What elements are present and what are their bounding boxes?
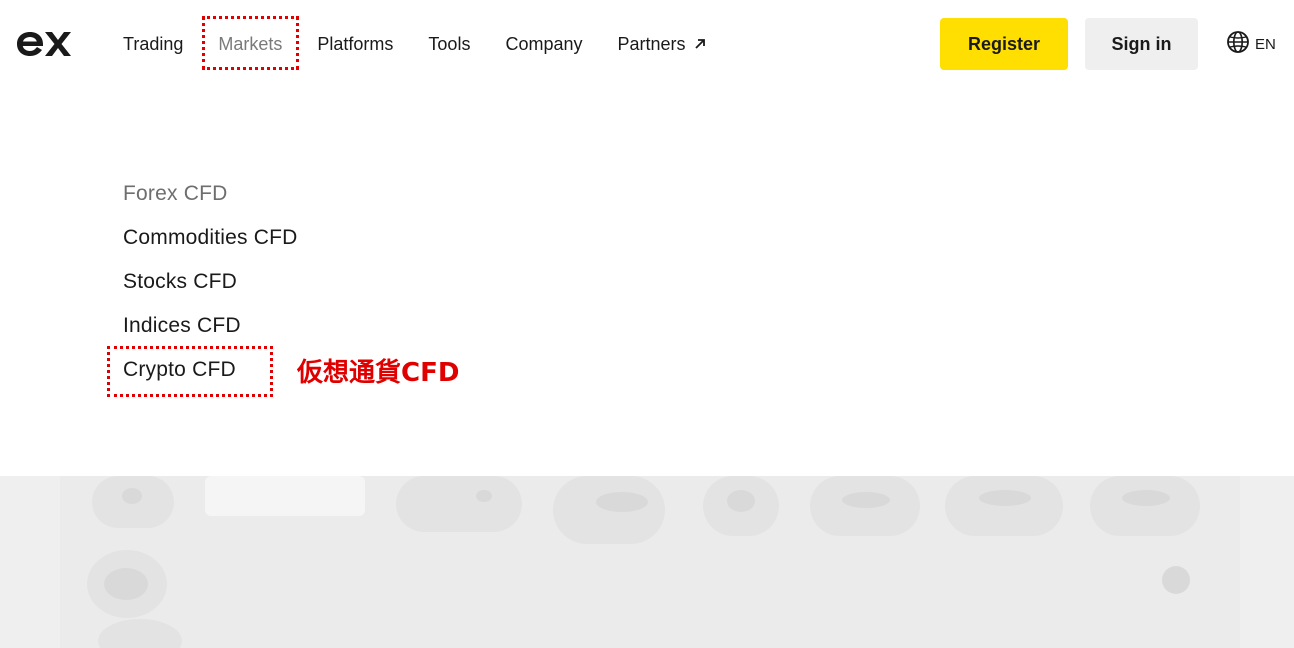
nav-company[interactable]: Company xyxy=(505,34,582,55)
nav-platforms-label: Platforms xyxy=(317,33,394,54)
exness-logo-icon xyxy=(17,32,71,56)
page: Trading Markets Platforms Tools Company … xyxy=(0,0,1294,648)
menu-item-stocks-cfd[interactable]: Stocks CFD xyxy=(123,260,298,304)
language-selector[interactable]: EN xyxy=(1226,30,1276,58)
markets-menu: Forex CFD Commodities CFD Stocks CFD Ind… xyxy=(123,172,298,392)
menu-item-crypto-cfd[interactable]: Crypto CFD xyxy=(123,348,298,392)
globe-icon xyxy=(1226,30,1250,58)
nav-partners[interactable]: Partners xyxy=(618,34,706,55)
nav-tools-label: Tools xyxy=(428,33,471,54)
register-button[interactable]: Register xyxy=(940,18,1068,70)
background-illustration xyxy=(0,476,1294,648)
nav-trading-label: Trading xyxy=(123,33,184,54)
menu-item-forex-cfd[interactable]: Forex CFD xyxy=(123,172,298,216)
menu-item-indices-cfd[interactable]: Indices CFD xyxy=(123,304,298,348)
nav-trading[interactable]: Trading xyxy=(123,34,183,55)
nav-company-label: Company xyxy=(505,33,583,54)
arrow-up-right-icon xyxy=(694,34,706,55)
site-header: Trading Markets Platforms Tools Company … xyxy=(0,0,1294,88)
main-nav: Trading Markets Platforms Tools Company … xyxy=(123,0,706,88)
menu-item-commodities-cfd[interactable]: Commodities CFD xyxy=(123,216,298,260)
language-label: EN xyxy=(1255,35,1276,53)
sign-in-button[interactable]: Sign in xyxy=(1085,18,1198,70)
nav-markets[interactable]: Markets xyxy=(218,34,282,55)
nav-markets-label: Markets xyxy=(218,33,283,54)
logo[interactable] xyxy=(16,28,72,60)
nav-partners-label: Partners xyxy=(617,33,686,54)
nav-tools[interactable]: Tools xyxy=(428,34,470,55)
nav-platforms[interactable]: Platforms xyxy=(317,34,393,55)
annotation-label: 仮想通貨CFD xyxy=(297,358,460,388)
